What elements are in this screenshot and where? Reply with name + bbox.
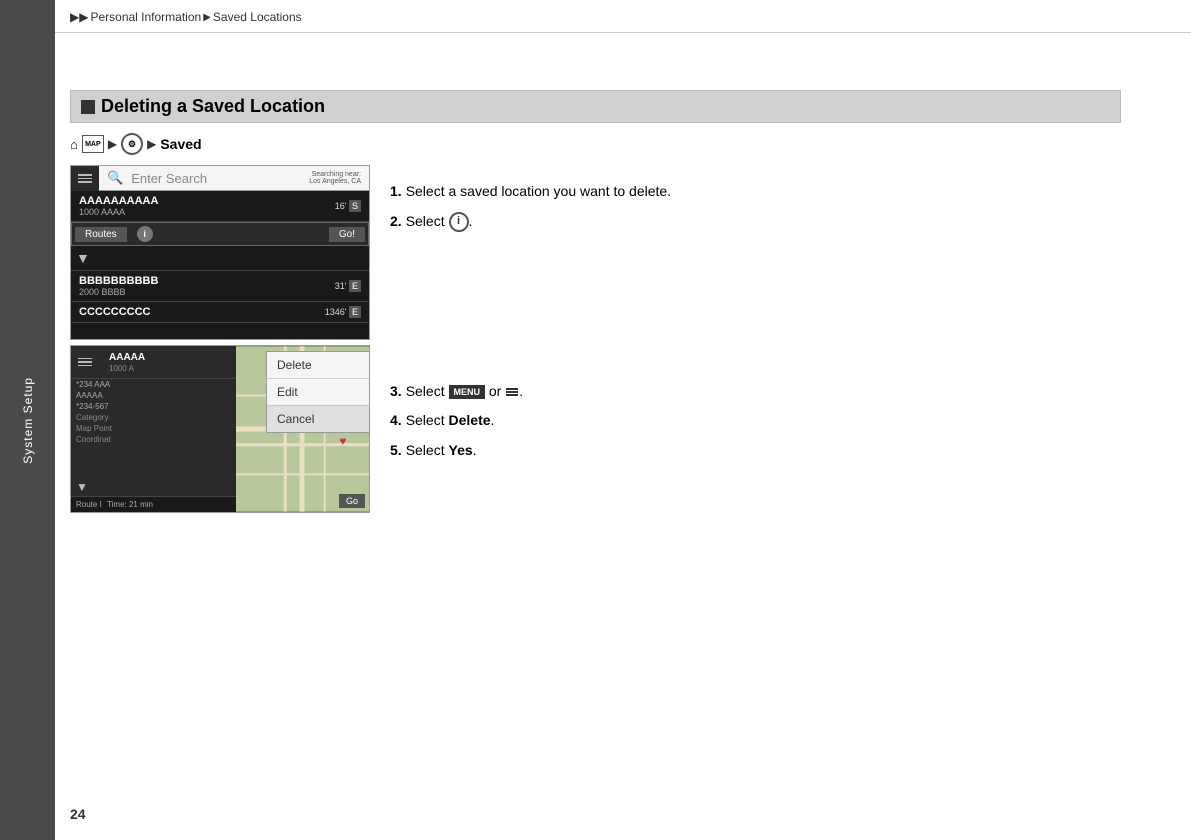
list-item-2-sub: 2000 BBBB bbox=[79, 287, 327, 297]
popup-delete[interactable]: Delete bbox=[267, 352, 370, 379]
list-item-3-distance: 1346' E bbox=[325, 307, 369, 317]
step-1-number: 1. bbox=[390, 182, 402, 202]
search-bar[interactable]: 🔍 Enter Search Searching near: Los Angel… bbox=[99, 166, 369, 191]
bottom-detail-1: *234 AAA bbox=[71, 379, 236, 390]
sidebar-label: System Setup bbox=[21, 377, 35, 464]
screenshots-area: 🔍 Enter Search Searching near: Los Angel… bbox=[70, 165, 370, 513]
step3-lines-icon bbox=[506, 388, 518, 396]
step2-info-icon: i bbox=[449, 212, 469, 232]
step-4: 4. Select Delete. bbox=[390, 411, 1121, 431]
bottom-title-area: AAAAA 1000 A bbox=[99, 346, 236, 378]
nav-path: ⌂ MAP ▶ ⚙ ▶ Saved bbox=[70, 133, 1121, 155]
list-item-1-title: AAAAAAAAAA bbox=[79, 195, 327, 207]
bottom-coordinate: Coordinat bbox=[71, 434, 236, 445]
location-label: Los Angeles, CA bbox=[309, 178, 361, 185]
step-3-text: Select MENU or . bbox=[406, 382, 523, 402]
nav-map-icon: MAP bbox=[82, 135, 104, 153]
nav-arrow-1: ▶ bbox=[108, 137, 117, 151]
list-item-2-title: BBBBBBBBBB bbox=[79, 275, 327, 287]
step-5-text: Select Yes. bbox=[406, 441, 477, 461]
list-item-arrow-row: ▼ bbox=[71, 246, 369, 271]
step3-menu-btn: MENU bbox=[449, 385, 486, 400]
nav-home-icon: ⌂ bbox=[70, 137, 78, 152]
step-1: 1. Select a saved location you want to d… bbox=[390, 182, 1121, 202]
instructions: 1. Select a saved location you want to d… bbox=[390, 165, 1121, 471]
step-4-text: Select Delete. bbox=[406, 411, 495, 431]
list-item-2[interactable]: BBBBBBBBBB 2000 BBBB 31' E bbox=[71, 271, 369, 302]
info-icon[interactable]: i bbox=[137, 226, 153, 242]
searching-near-label: Searching near: bbox=[309, 171, 361, 178]
screen-header-row: 🔍 Enter Search Searching near: Los Angel… bbox=[71, 166, 369, 191]
list-item-2-content: BBBBBBBBBB 2000 BBBB bbox=[71, 271, 335, 301]
step-5-number: 5. bbox=[390, 441, 402, 461]
step-5: 5. Select Yes. bbox=[390, 441, 1121, 461]
popup-cancel[interactable]: Cancel bbox=[267, 406, 370, 432]
searching-near-block: Searching near: Los Angeles, CA bbox=[309, 171, 361, 185]
route-bar: Route I Time: 21 min bbox=[71, 496, 236, 512]
nav-saved-label: Saved bbox=[160, 136, 201, 152]
bottom-hamburger-icon[interactable] bbox=[71, 346, 99, 378]
nav-circle-icon: ⚙ bbox=[121, 133, 143, 155]
bottom-detail-2: AAAAA bbox=[71, 390, 236, 401]
routes-btn[interactable]: Routes bbox=[75, 227, 127, 242]
go-btn[interactable]: Go! bbox=[329, 227, 365, 242]
list-item-3-title: CCCCCCCCC bbox=[79, 306, 317, 318]
step-1-text: Select a saved location you want to dele… bbox=[406, 182, 671, 202]
search-icon: 🔍 bbox=[107, 170, 123, 186]
list-item-3[interactable]: CCCCCCCCC 1346' E bbox=[71, 302, 369, 323]
step-4-number: 4. bbox=[390, 411, 402, 431]
svg-text:♥: ♥ bbox=[339, 434, 346, 448]
popup-menu: Delete Edit Cancel bbox=[266, 351, 370, 433]
bottom-go-btn[interactable]: Go bbox=[339, 494, 365, 508]
step-3-number: 3. bbox=[390, 382, 402, 402]
section-header: Deleting a Saved Location bbox=[70, 90, 1121, 123]
page-number: 24 bbox=[70, 806, 86, 822]
scroll-down-icon: ▼ bbox=[71, 246, 95, 270]
sidebar: System Setup bbox=[0, 0, 55, 840]
list-item-1[interactable]: AAAAAAAAAA 1000 AAAA 16' S bbox=[71, 191, 369, 222]
hamburger-icon[interactable] bbox=[71, 166, 99, 191]
section-icon bbox=[81, 100, 95, 114]
bottom-left-panel: AAAAA 1000 A *234 AAA AAAAA *234-567 Cat… bbox=[71, 346, 236, 512]
content-area: 🔍 Enter Search Searching near: Los Angel… bbox=[70, 165, 1121, 513]
bottom-map-point: Map Point bbox=[71, 423, 236, 434]
bottom-screen-header-row: AAAAA 1000 A bbox=[71, 346, 236, 379]
instructions-top: 1. Select a saved location you want to d… bbox=[390, 170, 1121, 232]
instructions-gap bbox=[390, 242, 1121, 367]
instructions-bottom: 3. Select MENU or . 4. Select Delete. 5.… bbox=[390, 367, 1121, 461]
step-2-number: 2. bbox=[390, 212, 402, 232]
main-content: Deleting a Saved Location ⌂ MAP ▶ ⚙ ▶ Sa… bbox=[55, 0, 1191, 840]
screen-bottom: AAAAA 1000 A *234 AAA AAAAA *234-567 Cat… bbox=[70, 345, 370, 513]
step-2: 2. Select i. bbox=[390, 212, 1121, 232]
popup-edit[interactable]: Edit bbox=[267, 379, 370, 406]
info-box: Routes i Go! bbox=[71, 222, 369, 246]
section-title: Deleting a Saved Location bbox=[101, 96, 325, 117]
screen-top: 🔍 Enter Search Searching near: Los Angel… bbox=[70, 165, 370, 340]
bottom-detail-3: *234-567 bbox=[71, 401, 236, 412]
list-item-1-distance: 16' S bbox=[335, 201, 369, 211]
list-item-2-distance: 31' E bbox=[335, 281, 369, 291]
search-placeholder: Enter Search bbox=[131, 171, 301, 186]
list-item-1-sub: 1000 AAAA bbox=[79, 207, 327, 217]
bottom-scroll-icon: ▼ bbox=[76, 480, 88, 494]
list-item-1-content: AAAAAAAAAA 1000 AAAA bbox=[71, 191, 335, 221]
step-2-text: Select i. bbox=[406, 212, 473, 232]
step-3: 3. Select MENU or . bbox=[390, 382, 1121, 402]
bottom-category: Category bbox=[71, 412, 236, 423]
map-area: ♥ Delete Edit Cancel Go bbox=[236, 346, 369, 512]
nav-arrow-2: ▶ bbox=[147, 137, 156, 151]
list-item-3-content: CCCCCCCCC bbox=[71, 302, 325, 322]
